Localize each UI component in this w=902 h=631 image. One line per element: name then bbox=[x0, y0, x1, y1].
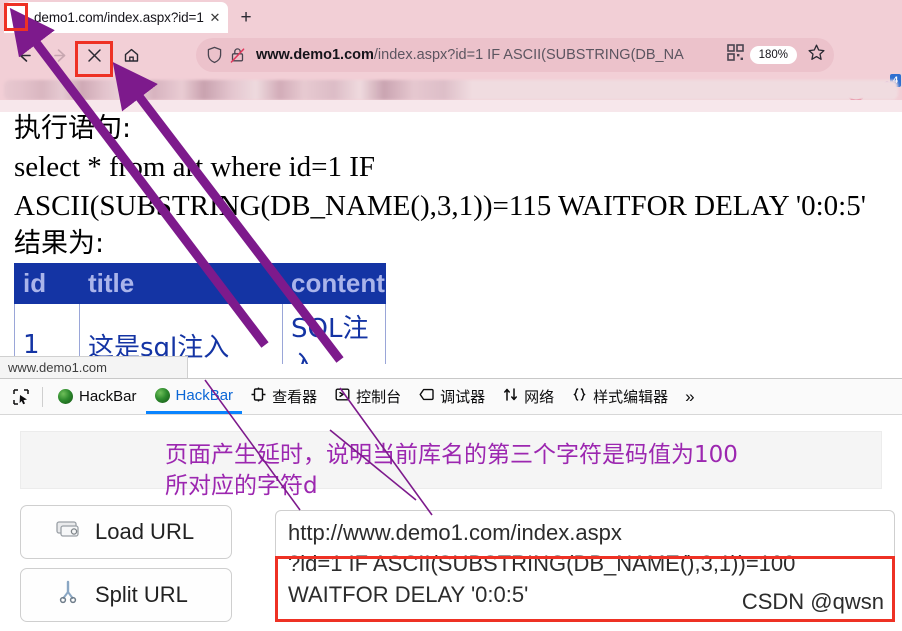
label-result: 结果为: bbox=[14, 227, 105, 259]
tab-hackbar-1[interactable]: HackBar bbox=[49, 379, 146, 414]
bookmarks-bar-background bbox=[0, 100, 902, 112]
split-url-button[interactable]: Split URL bbox=[20, 568, 232, 622]
result-table: id title content 1 这是sql注入 SQL注入 bbox=[14, 263, 386, 364]
load-url-icon bbox=[55, 518, 81, 546]
style-editor-icon bbox=[572, 387, 587, 406]
navigation-bar: www.demo1.com/index.aspx?id=1 IF ASCII(S… bbox=[0, 33, 902, 102]
tab-label: HackBar bbox=[79, 388, 137, 405]
annotation-line-1: 页面产生延时，说明当前库名的第三个字符是码值为100 bbox=[165, 442, 738, 468]
debugger-icon bbox=[419, 387, 434, 406]
bookmark-star-icon[interactable] bbox=[807, 43, 826, 67]
annotation-line-2: 所对应的字符d bbox=[165, 473, 318, 500]
tab-label: 样式编辑器 bbox=[593, 389, 669, 406]
label-statement: 执行语句: bbox=[14, 113, 132, 144]
annotation-text: 页面产生延时，说明当前库名的第三个字符是码值为100 所对应的字符d bbox=[165, 440, 895, 502]
inspector-icon bbox=[251, 387, 266, 406]
tab-title: demo1.com/index.aspx?id=1 bbox=[34, 10, 204, 25]
tab-label: 调试器 bbox=[440, 389, 486, 406]
tab-label: 查看器 bbox=[272, 389, 318, 406]
toolbar-divider bbox=[42, 386, 43, 407]
back-button[interactable] bbox=[8, 39, 40, 71]
new-tab-button[interactable]: + bbox=[232, 5, 260, 31]
qr-code-icon[interactable] bbox=[726, 44, 744, 66]
tab-network[interactable]: 网络 bbox=[494, 379, 563, 414]
column-header-content: content bbox=[282, 263, 386, 305]
column-header-title: title bbox=[79, 263, 283, 305]
cell-content: SQL注入 bbox=[282, 303, 386, 364]
address-bar[interactable]: www.demo1.com/index.aspx?id=1 IF ASCII(S… bbox=[196, 38, 834, 72]
close-icon[interactable]: ✕ bbox=[208, 11, 222, 24]
status-bar: www.demo1.com bbox=[0, 356, 188, 378]
zoom-level-badge[interactable]: 180% bbox=[749, 46, 797, 64]
hackbar-icon bbox=[58, 389, 73, 404]
load-url-button[interactable]: Load URL bbox=[20, 505, 232, 559]
tab-strip: demo1.com/index.aspx?id=1 ✕ + bbox=[0, 0, 902, 33]
insecure-connection-icon[interactable] bbox=[229, 46, 246, 64]
table-header-row: id title content bbox=[14, 263, 386, 305]
tab-label: 控制台 bbox=[356, 389, 402, 406]
browser-chrome: demo1.com/index.aspx?id=1 ✕ + www.demo1.… bbox=[0, 0, 902, 112]
tab-label: 网络 bbox=[524, 389, 555, 406]
forward-button[interactable] bbox=[44, 39, 76, 71]
highlight-box-favicon bbox=[4, 3, 28, 31]
tracking-protection-shield-icon[interactable] bbox=[206, 46, 223, 64]
more-tabs-chevron-icon[interactable]: » bbox=[677, 387, 702, 407]
console-icon bbox=[335, 387, 350, 406]
tab-debugger[interactable]: 调试器 bbox=[410, 379, 494, 414]
page-content: 执行语句: select * from art where id=1 IF AS… bbox=[0, 112, 902, 364]
highlight-box-payload bbox=[275, 556, 895, 622]
table-row: 1 这是sql注入 SQL注入 bbox=[14, 303, 386, 364]
tab-label: HackBar bbox=[175, 386, 234, 404]
devtools-toolbar: HackBar HackBar 查看器 控制台 调试器 网络 样式编辑器 » bbox=[0, 379, 902, 415]
tab-console[interactable]: 控制台 bbox=[326, 379, 410, 414]
bookmarks-bar[interactable] bbox=[4, 80, 898, 100]
tab-hackbar-2[interactable]: HackBar bbox=[145, 379, 243, 414]
hackbar-icon bbox=[154, 387, 170, 403]
cell-id: 1 bbox=[14, 303, 80, 364]
network-icon bbox=[503, 387, 518, 406]
cell-title: 这是sql注入 bbox=[79, 303, 283, 364]
column-header-id: id bbox=[14, 263, 80, 305]
split-url-icon bbox=[55, 580, 81, 610]
split-url-label: Split URL bbox=[95, 582, 188, 607]
tab-inspector[interactable]: 查看器 bbox=[242, 379, 326, 414]
tab-style-editor[interactable]: 样式编辑器 bbox=[563, 379, 677, 414]
element-picker-icon[interactable] bbox=[6, 384, 36, 410]
url-line-1: http://www.demo1.com/index.aspx bbox=[288, 520, 622, 545]
highlight-box-stop-button bbox=[75, 41, 113, 77]
browser-tab[interactable]: demo1.com/index.aspx?id=1 ✕ bbox=[4, 2, 228, 33]
load-url-label: Load URL bbox=[95, 519, 195, 544]
home-button[interactable] bbox=[115, 39, 147, 71]
sql-line-2: ASCII(SUBSTRING(DB_NAME(),3,1))=115 WAIT… bbox=[14, 189, 866, 222]
sql-line-1: select * from art where id=1 IF bbox=[14, 150, 376, 183]
url-text[interactable]: www.demo1.com/index.aspx?id=1 IF ASCII(S… bbox=[256, 47, 725, 63]
